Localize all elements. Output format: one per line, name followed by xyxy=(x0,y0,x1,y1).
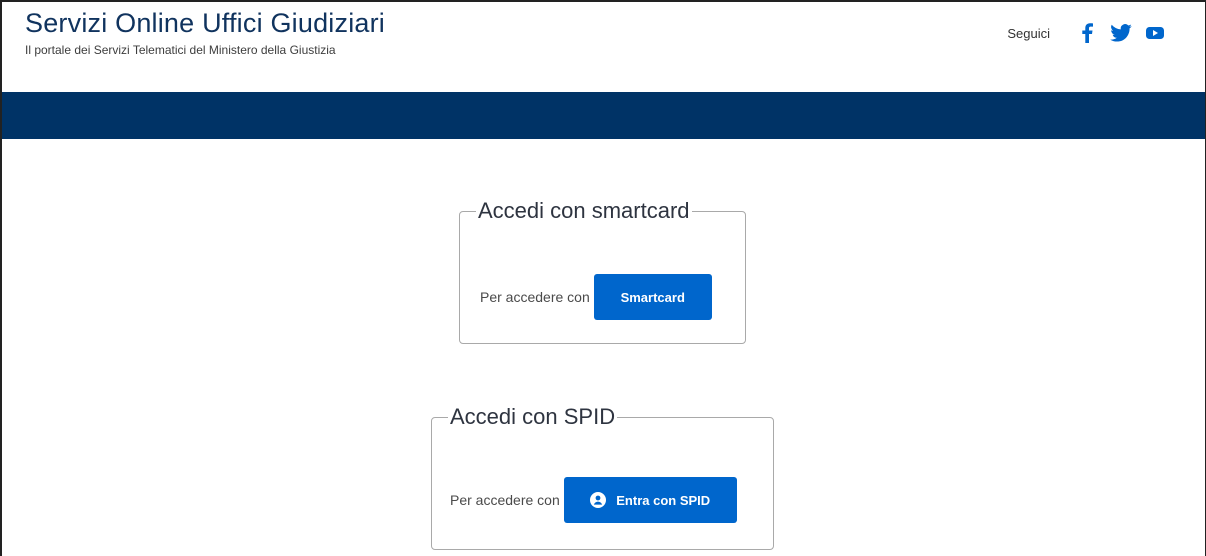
social-label: Seguici xyxy=(1007,25,1050,41)
site-header: Servizi Online Uffici Giudiziari Il port… xyxy=(0,0,1206,92)
spid-button[interactable]: Entra con SPID xyxy=(563,477,737,523)
spid-login-box: Accedi con SPID Per accedere con Entra c… xyxy=(431,404,774,550)
site-title[interactable]: Servizi Online Uffici Giudiziari xyxy=(25,8,385,39)
site-subtitle: Il portale dei Servizi Telematici del Mi… xyxy=(25,43,336,57)
smartcard-text: Per accedere con xyxy=(480,289,590,305)
user-circle-icon xyxy=(590,492,607,508)
main-navbar xyxy=(2,92,1205,139)
spid-button-label: Entra con SPID xyxy=(616,492,711,508)
social-links: Seguici xyxy=(1007,22,1166,44)
smartcard-row: Per accedere con Smartcard xyxy=(480,274,712,320)
spid-text: Per accedere con xyxy=(450,492,560,508)
smartcard-login-box: Accedi con smartcard Per accedere con Sm… xyxy=(459,198,746,344)
spid-legend: Accedi con SPID xyxy=(450,404,616,429)
youtube-icon[interactable] xyxy=(1144,22,1166,44)
spid-row: Per accedere con Entra con SPID xyxy=(450,477,737,523)
smartcard-legend: Accedi con smartcard xyxy=(478,198,690,223)
smartcard-button[interactable]: Smartcard xyxy=(593,274,712,320)
facebook-icon[interactable] xyxy=(1076,22,1098,44)
twitter-icon[interactable] xyxy=(1110,22,1132,44)
